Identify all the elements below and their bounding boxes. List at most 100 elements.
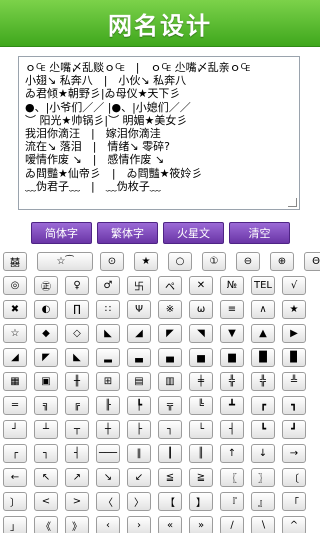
symbol-key[interactable]: ┐ bbox=[158, 420, 182, 439]
symbol-key[interactable]: ┬ bbox=[65, 420, 89, 439]
symbol-key[interactable]: ┏ bbox=[251, 396, 275, 415]
symbol-key[interactable]: ↓ bbox=[251, 444, 275, 463]
symbol-key[interactable]: № bbox=[220, 276, 244, 295]
symbol-key[interactable]: 』 bbox=[251, 492, 275, 511]
symbol-key[interactable]: ◢ bbox=[3, 348, 27, 367]
symbol-key[interactable]: ⊕ bbox=[270, 252, 294, 271]
symbol-key[interactable]: 【 bbox=[158, 492, 182, 511]
symbol-key[interactable]: ▃ bbox=[127, 348, 151, 367]
symbol-key[interactable]: ╟ bbox=[96, 396, 120, 415]
symbol-key[interactable]: └ bbox=[189, 420, 213, 439]
symbol-key[interactable]: ┌ bbox=[3, 444, 27, 463]
symbol-key[interactable]: ◤ bbox=[158, 324, 182, 343]
symbol-key[interactable]: ┛ bbox=[282, 420, 306, 439]
symbol-key[interactable]: ▆ bbox=[220, 348, 244, 367]
symbol-key[interactable]: ∷ bbox=[96, 300, 120, 319]
symbol-key[interactable]: ╩ bbox=[282, 372, 306, 391]
symbol-key[interactable]: ∧ bbox=[251, 300, 275, 319]
symbol-key[interactable]: 〈 bbox=[96, 492, 120, 511]
symbol-key[interactable]: 〔 bbox=[282, 468, 306, 487]
symbol-key[interactable]: 〗 bbox=[251, 468, 275, 487]
symbol-key[interactable]: Ψ bbox=[127, 300, 151, 319]
symbol-key[interactable]: ♀ bbox=[65, 276, 89, 295]
symbol-key[interactable]: ┘ bbox=[3, 420, 27, 439]
symbol-key[interactable]: ┻ bbox=[220, 396, 244, 415]
symbol-key[interactable]: ↗ bbox=[65, 468, 89, 487]
symbol-key[interactable]: ★ bbox=[134, 252, 158, 271]
symbol-key[interactable]: 『 bbox=[220, 492, 244, 511]
symbol-key[interactable]: ▲ bbox=[251, 324, 275, 343]
symbol-key[interactable]: 「 bbox=[282, 492, 306, 511]
symbol-key[interactable]: 〉 bbox=[127, 492, 151, 511]
symbol-key[interactable]: ∕ bbox=[220, 516, 244, 533]
symbol-key[interactable]: 卐 bbox=[127, 276, 151, 295]
nickname-text-area[interactable]: ｏ₠ 尐嘴〆乱赕ｏ₠ | ｏ₠ 尐嘴〆乱亲ｏ₠ 小翅↘ 私奔八 | 小伙↘ 私奔… bbox=[18, 56, 300, 210]
symbol-key[interactable]: 〖 bbox=[220, 468, 244, 487]
symbol-key[interactable]: ▂ bbox=[96, 348, 120, 367]
symbol-key[interactable]: ∏ bbox=[65, 300, 89, 319]
symbol-key[interactable]: ≧ bbox=[189, 468, 213, 487]
symbol-key[interactable]: ▉ bbox=[282, 348, 306, 367]
symbol-key[interactable]: ≦ bbox=[158, 468, 182, 487]
symbol-key[interactable]: ☆⁀ bbox=[37, 252, 93, 271]
traditional-button[interactable]: 繁体字 bbox=[97, 222, 158, 244]
symbol-key[interactable]: ├ bbox=[127, 420, 151, 439]
symbol-key[interactable]: ◆ bbox=[34, 324, 58, 343]
symbol-key[interactable]: ╬ bbox=[251, 372, 275, 391]
symbol-key[interactable]: ┤ bbox=[65, 444, 89, 463]
symbol-key[interactable]: ω bbox=[189, 300, 213, 319]
clear-button[interactable]: 清空 bbox=[229, 222, 290, 244]
symbol-key[interactable]: › bbox=[127, 516, 151, 533]
symbol-key[interactable]: ┴ bbox=[34, 420, 58, 439]
symbol-key[interactable]: ◇ bbox=[65, 324, 89, 343]
symbol-key[interactable]: ▄ bbox=[158, 348, 182, 367]
symbol-key[interactable]: ◤ bbox=[34, 348, 58, 367]
symbol-key[interactable]: ◎ bbox=[3, 276, 27, 295]
symbol-key[interactable]: ㊣ bbox=[34, 276, 58, 295]
symbol-key[interactable]: ↖ bbox=[34, 468, 58, 487]
symbol-key[interactable]: ⊞ bbox=[96, 372, 120, 391]
symbol-key[interactable]: ← bbox=[3, 468, 27, 487]
resize-grip-icon[interactable] bbox=[288, 198, 297, 207]
symbol-key[interactable]: ▣ bbox=[34, 372, 58, 391]
symbol-key[interactable]: 〕 bbox=[3, 492, 27, 511]
symbol-key[interactable]: ☆ bbox=[3, 324, 27, 343]
symbol-key[interactable]: ▼ bbox=[220, 324, 244, 343]
symbol-key[interactable]: 《 bbox=[34, 516, 58, 533]
symbol-key[interactable]: ═ bbox=[3, 396, 27, 415]
symbol-key[interactable]: █ bbox=[251, 348, 275, 367]
symbol-key[interactable]: ≡ bbox=[220, 300, 244, 319]
symbol-key[interactable]: ∖ bbox=[251, 516, 275, 533]
symbol-key[interactable]: ║ bbox=[189, 444, 213, 463]
symbol-key[interactable]: Θ bbox=[304, 252, 320, 271]
symbol-key[interactable]: ⊙ bbox=[100, 252, 124, 271]
symbol-key[interactable]: ◥ bbox=[189, 324, 213, 343]
symbol-key[interactable]: ○ bbox=[168, 252, 192, 271]
symbol-key[interactable]: ┗ bbox=[251, 420, 275, 439]
symbol-key[interactable]: ① bbox=[202, 252, 226, 271]
symbol-key[interactable]: ╬ bbox=[220, 372, 244, 391]
symbol-key[interactable]: ↙ bbox=[127, 468, 151, 487]
symbol-key[interactable]: ┤ bbox=[220, 420, 244, 439]
symbol-key[interactable]: ┼ bbox=[96, 420, 120, 439]
symbol-key[interactable]: ★ bbox=[282, 300, 306, 319]
symbol-key[interactable]: « bbox=[158, 516, 182, 533]
symbol-key[interactable]: ▥ bbox=[158, 372, 182, 391]
symbol-key[interactable]: ╦ bbox=[158, 396, 182, 415]
symbol-key[interactable]: 囍 bbox=[3, 252, 27, 271]
symbol-key[interactable]: ※ bbox=[158, 300, 182, 319]
symbol-key[interactable]: ▶ bbox=[282, 324, 306, 343]
symbol-key[interactable]: ◣ bbox=[65, 348, 89, 367]
symbol-key[interactable]: ─── bbox=[96, 444, 120, 463]
symbol-key[interactable]: → bbox=[282, 444, 306, 463]
symbol-key[interactable]: √ bbox=[282, 276, 306, 295]
symbol-key[interactable]: ↑ bbox=[220, 444, 244, 463]
symbol-key[interactable]: ┡ bbox=[127, 396, 151, 415]
symbol-key[interactable]: ♂ bbox=[96, 276, 120, 295]
symbol-key[interactable]: ↘ bbox=[96, 468, 120, 487]
symbol-key[interactable]: ◣ bbox=[96, 324, 120, 343]
symbol-key[interactable]: TEL bbox=[251, 276, 275, 295]
symbol-key[interactable]: ╚ bbox=[189, 396, 213, 415]
symbol-key[interactable]: ╗ bbox=[34, 396, 58, 415]
symbol-key[interactable]: ┐ bbox=[34, 444, 58, 463]
